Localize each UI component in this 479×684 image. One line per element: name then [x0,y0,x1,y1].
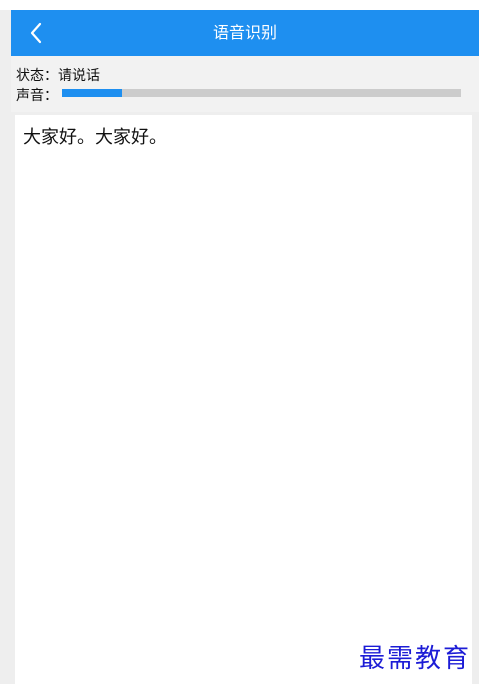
volume-label: 声音： [16,88,58,104]
status-text: 状态：请说话 [16,68,100,84]
recognition-result-textarea[interactable]: 大家好。大家好。 [15,115,472,684]
volume-meter-fill [62,89,122,97]
top-margin [0,0,479,10]
chevron-left-icon [30,22,42,44]
volume-row: 声音： [16,85,58,105]
status-panel: 状态：请说话 声音： [11,56,479,112]
speech-recognition-screen: 语音识别 状态：请说话 声音： 大家好。大家好。 最需教育 [0,0,479,684]
watermark-logo: 最需教育 [358,644,471,674]
app-bar: 语音识别 [11,10,479,56]
back-button[interactable] [19,15,55,51]
recognition-result-text: 大家好。大家好。 [23,127,167,148]
page-title: 语音识别 [212,23,277,42]
volume-meter [62,89,461,97]
